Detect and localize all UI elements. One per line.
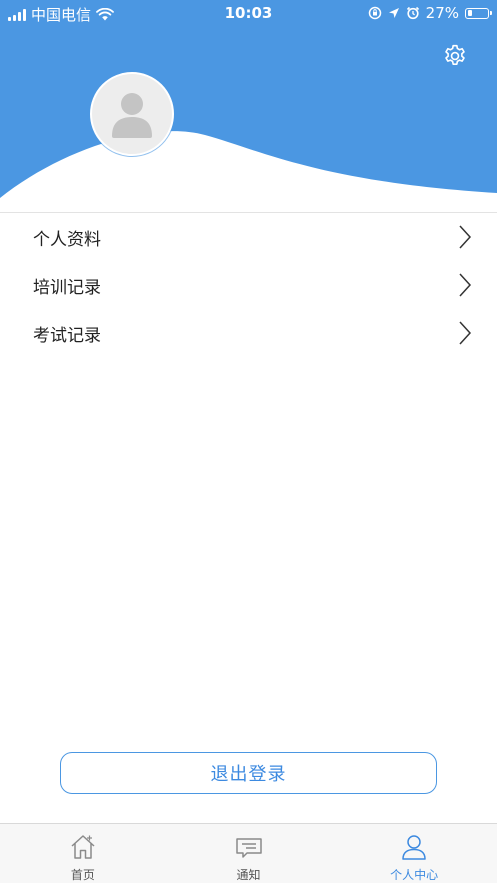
tab-label: 个人中心: [390, 868, 439, 882]
logout-button[interactable]: 退出登录: [60, 752, 437, 794]
chevron-right-icon: [459, 225, 472, 249]
message-icon: [235, 838, 262, 858]
tab-label: 通知: [236, 868, 261, 882]
home-icon: [71, 835, 95, 859]
menu-item-label: 考试记录: [33, 325, 101, 346]
battery-icon: [465, 7, 492, 19]
tab-home[interactable]: 首页: [0, 824, 166, 883]
menu-item-label: 个人资料: [33, 229, 101, 250]
user-placeholder-icon: [112, 93, 152, 138]
tab-label: 首页: [70, 868, 95, 882]
avatar[interactable]: [90, 72, 174, 156]
alarm-icon: [406, 6, 419, 20]
chevron-right-icon: [459, 321, 472, 345]
menu-item-training-records[interactable]: 培训记录: [0, 261, 497, 309]
tab-personal-center[interactable]: 个人中心: [331, 824, 497, 883]
battery-percent: 27%: [425, 4, 459, 22]
orientation-lock-icon: [368, 6, 381, 20]
status-bar: 中国电信 10:03 27%: [0, 0, 497, 26]
tab-notifications[interactable]: 通知: [166, 824, 332, 883]
header-wave: [0, 131, 497, 212]
profile-header: [0, 0, 497, 212]
menu-item-label: 培训记录: [33, 277, 101, 298]
menu-item-exam-records[interactable]: 考试记录: [0, 309, 497, 357]
menu-item-profile[interactable]: 个人资料: [0, 213, 497, 261]
location-icon: [388, 8, 399, 18]
user-icon: [402, 835, 426, 860]
tab-bar: 首页 通知 个人中心: [0, 823, 497, 883]
chevron-right-icon: [459, 273, 472, 297]
gear-icon[interactable]: [442, 43, 468, 69]
profile-menu: 个人资料 培训记录 考试记录: [0, 212, 497, 357]
